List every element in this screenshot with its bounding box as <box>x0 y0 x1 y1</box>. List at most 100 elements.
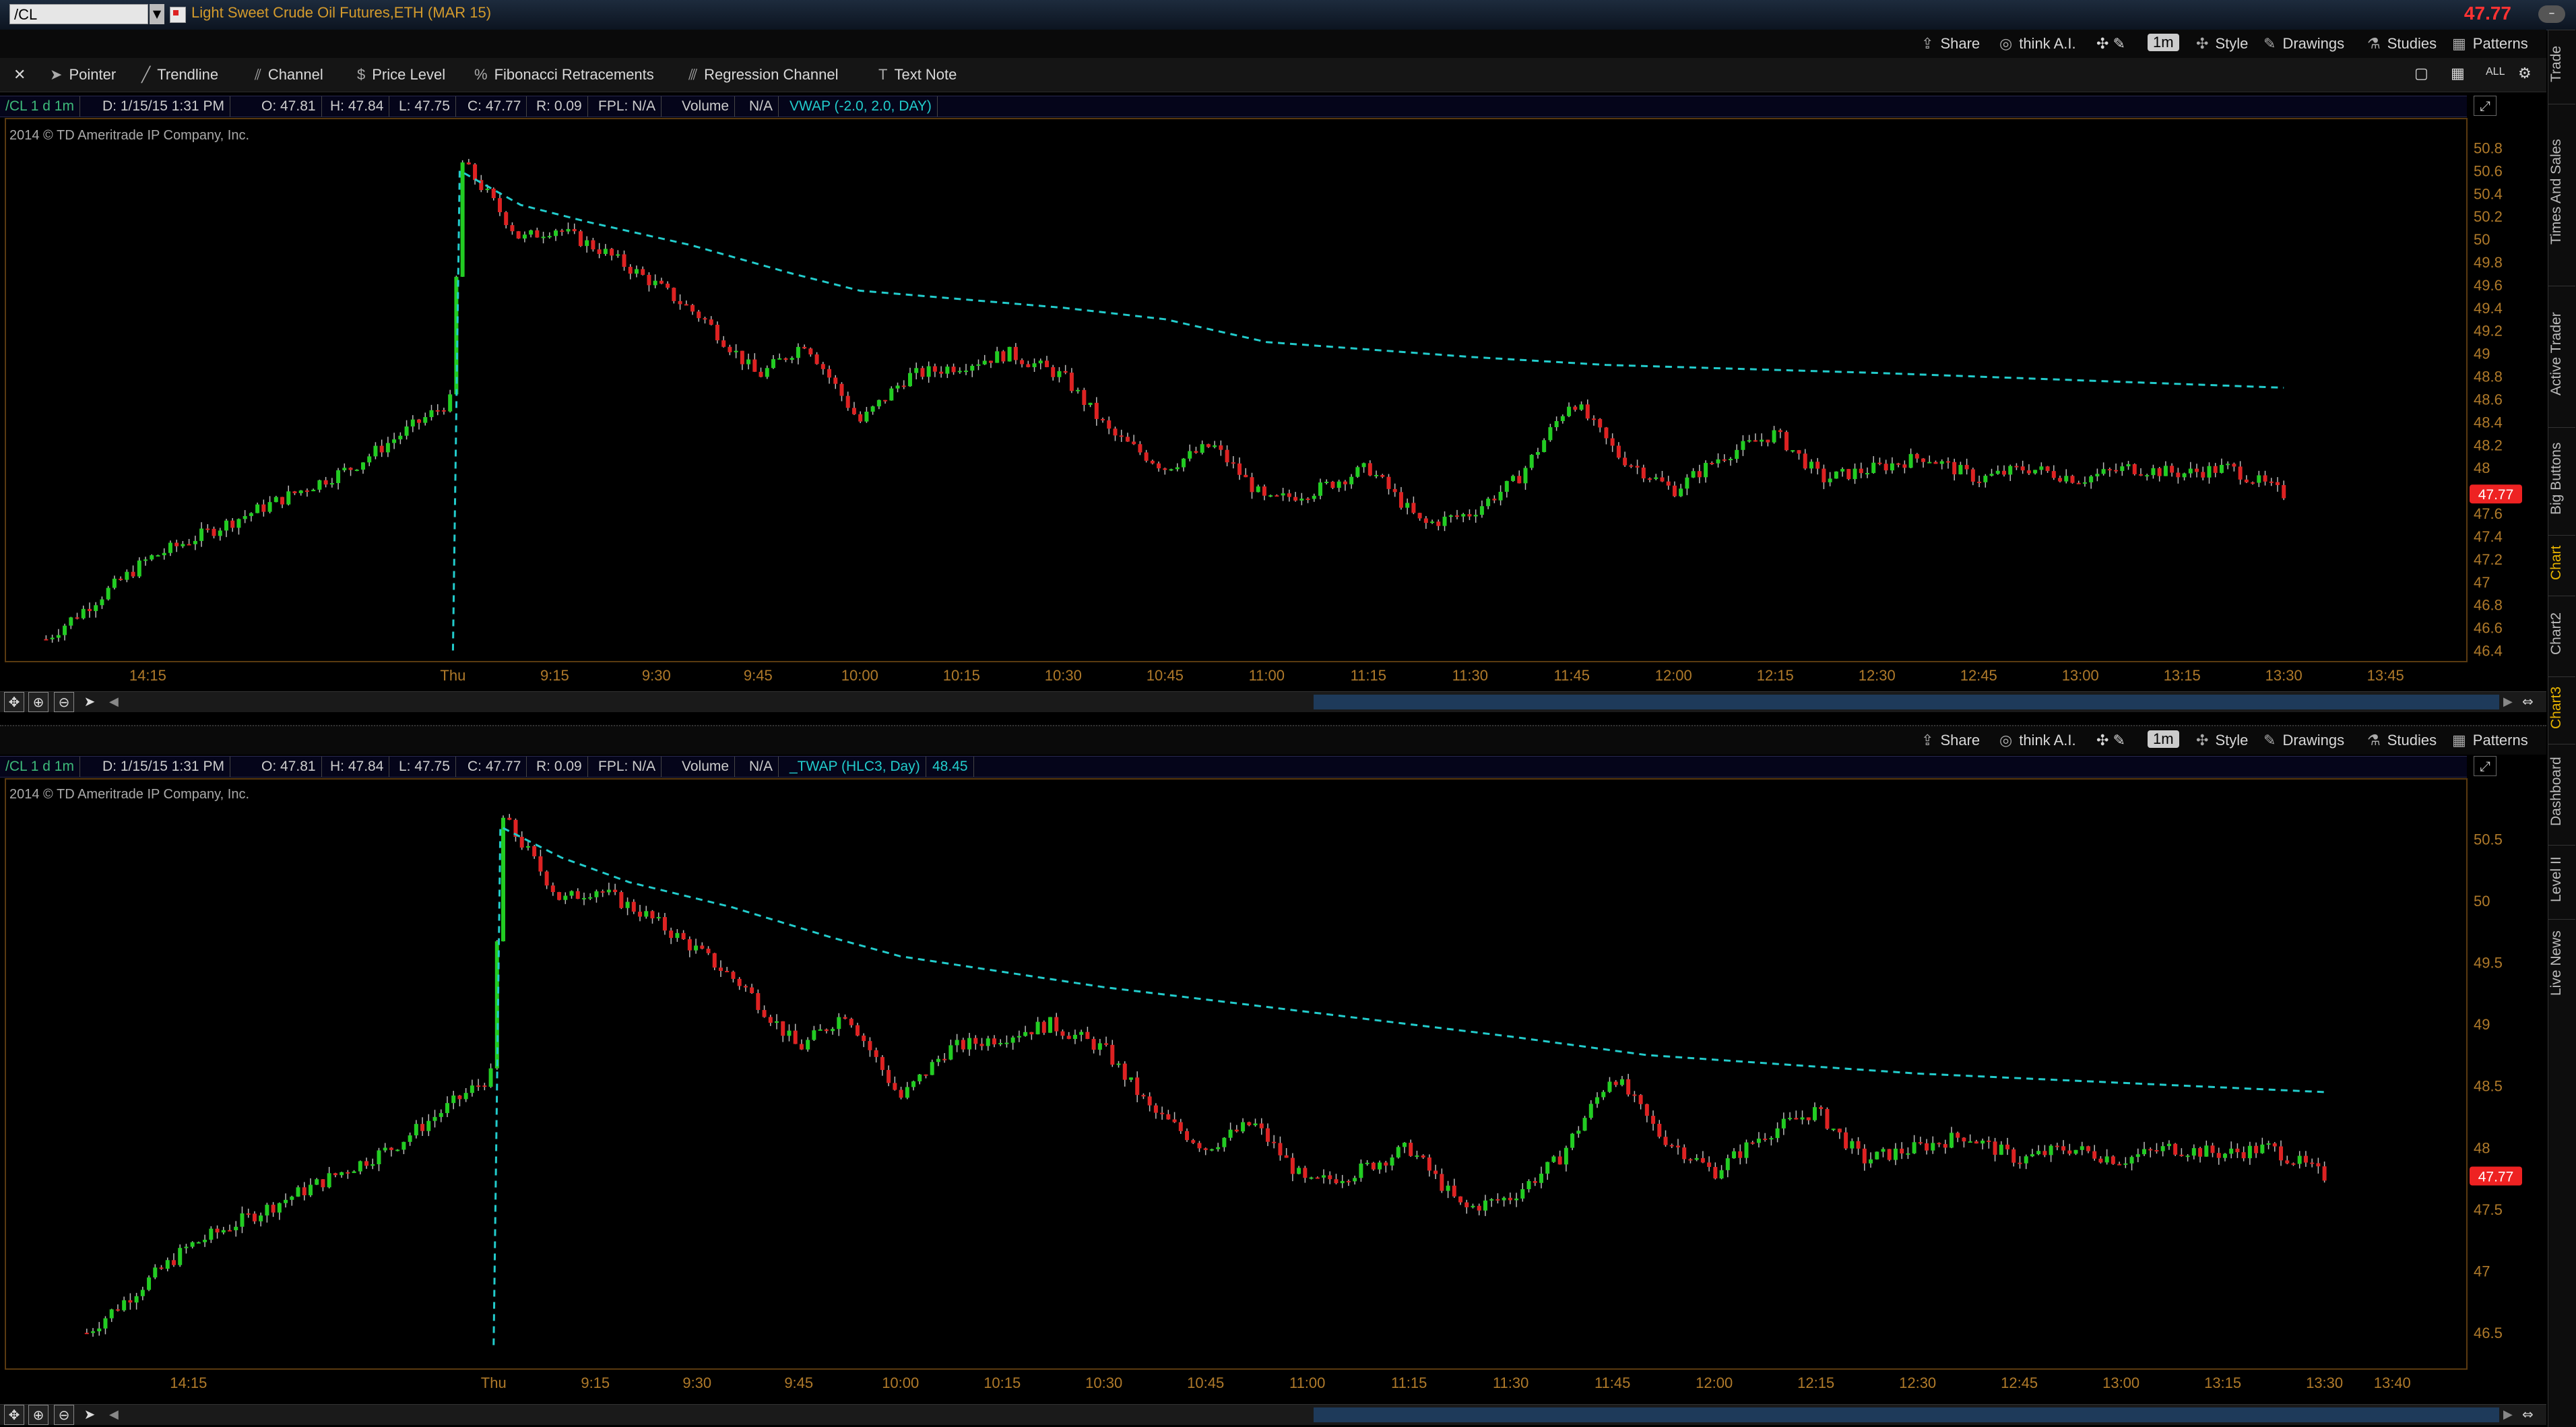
studies-button[interactable]: ⚗ Studies <box>2367 732 2437 749</box>
tab-big-buttons[interactable]: Big Buttons <box>2548 427 2575 529</box>
candle-up <box>329 483 334 485</box>
candle-up <box>1035 1021 1040 1035</box>
candle-up <box>945 367 950 374</box>
candle-down <box>899 1089 903 1098</box>
tool-price-level[interactable]: $ Price Level <box>357 66 445 84</box>
candle-down <box>1237 463 1242 475</box>
zoom-out-icon[interactable]: ⊖ <box>54 692 74 712</box>
pin-icon[interactable]: ✕ <box>13 66 26 84</box>
candle-down <box>1651 1116 1656 1124</box>
settings-icon[interactable]: ✣ ✎ <box>2096 35 2125 53</box>
tool-regression-channel[interactable]: ⫻ Regression Channel <box>688 66 838 84</box>
zoom-box-icon[interactable]: ⊕ <box>28 1405 49 1425</box>
status-study-twap[interactable]: _TWAP (HLC3, Day) <box>784 757 926 777</box>
zoom-in-icon[interactable]: ✥ <box>4 692 24 712</box>
all-layouts-icon[interactable]: ALL <box>2486 66 2505 78</box>
share-button[interactable]: ⇪ Share <box>1921 732 1980 749</box>
aggregation-button[interactable]: 1m <box>2148 730 2179 748</box>
tab-chart[interactable]: Chart <box>2548 535 2575 590</box>
settings-icon[interactable]: ✣ ✎ <box>2096 732 2125 749</box>
chart2-scrollbar[interactable]: ✥ ⊕ ⊖ ➤ ◀ ▶ ⇔ <box>0 1404 2546 1425</box>
tab-live-news[interactable]: Live News <box>2548 919 2575 1007</box>
scroll-left-icon[interactable]: ◀ <box>109 695 119 709</box>
patterns-button[interactable]: ▦ Patterns <box>2452 35 2528 53</box>
chart2-expand-icon[interactable]: ⤢ <box>2474 756 2497 776</box>
expand-range-icon[interactable]: ⇔ <box>2522 693 2534 709</box>
tab-chart2[interactable]: Chart2 <box>2548 596 2575 670</box>
candle-up <box>1442 516 1447 526</box>
zoom-out-icon[interactable]: ⊖ <box>54 1405 74 1425</box>
layout-settings-icon[interactable]: ⚙ <box>2518 65 2532 82</box>
chart1-expand-icon[interactable]: ⤢ <box>2474 96 2497 116</box>
candle-down <box>271 1205 276 1213</box>
scroll-thumb[interactable] <box>1314 1407 2499 1422</box>
candle-up <box>1473 515 1478 517</box>
status-study-vwap[interactable]: VWAP (-2.0, 2.0, DAY) <box>784 96 938 117</box>
tab-trade[interactable]: Trade <box>2548 30 2575 98</box>
y-tick-label: 47 <box>2474 1263 2490 1280</box>
candle-down <box>2058 478 2063 482</box>
layout-grid-icon[interactable]: ▦ <box>2451 65 2465 82</box>
status-volume-value: N/A <box>744 96 779 117</box>
symbol-dropdown-icon[interactable]: ▼ <box>150 4 164 24</box>
tool-channel[interactable]: ⫽ Channel <box>255 66 323 84</box>
candle-down <box>851 408 856 414</box>
tool-trendline[interactable]: ╱ Trendline <box>141 66 218 84</box>
cursor-icon[interactable]: ➤ <box>79 1405 100 1425</box>
candle-up <box>864 412 869 422</box>
zoom-in-icon[interactable]: ✥ <box>4 1405 24 1425</box>
expand-range-icon[interactable]: ⇔ <box>2522 1406 2534 1422</box>
candle-down <box>849 1019 854 1025</box>
chart2-plot[interactable]: 50.5 50 49.5 49 48.5 48 47.5 47 46.5 14:15 Thu 9:15… <box>0 778 2546 1393</box>
status-study-twap-value: 48.45 <box>927 757 974 777</box>
x-tick-label: 14:15 <box>129 667 166 683</box>
instrument-title: Light Sweet Crude Oil Futures,ETH (MAR 1… <box>191 4 492 21</box>
layout-single-icon[interactable]: ▢ <box>2414 65 2428 82</box>
tool-pointer[interactable]: ➤ Pointer <box>50 66 116 84</box>
candle-down <box>1346 1180 1351 1182</box>
candle-up <box>1828 478 1832 482</box>
scroll-thumb[interactable] <box>1314 695 2499 709</box>
candle-down <box>2232 464 2236 467</box>
chart1-panel[interactable]: 2014 © TD Ameritrade IP Company, Inc. 50… <box>0 117 2546 683</box>
tab-times-and-sales[interactable]: Times And Sales <box>2548 104 2575 280</box>
studies-button[interactable]: ⚗ Studies <box>2367 35 2437 53</box>
tab-dashboard[interactable]: Dashboard <box>2548 744 2575 839</box>
style-button[interactable]: ✣ Style <box>2196 732 2248 749</box>
scroll-left-icon[interactable]: ◀ <box>109 1407 119 1422</box>
candle-down <box>1440 1174 1444 1191</box>
symbol-input[interactable]: /CL <box>9 4 148 24</box>
chart1-scrollbar[interactable]: ✥ ⊕ ⊖ ➤ ◀ ▶ ⇔ <box>0 691 2546 712</box>
tool-text-note[interactable]: T Text Note <box>878 66 957 84</box>
tab-chart3[interactable]: Chart3 <box>2548 676 2575 738</box>
chart2-panel[interactable]: 2014 © TD Ameritrade IP Company, Inc. 50… <box>0 778 2546 1393</box>
scroll-right-icon[interactable]: ▶ <box>2503 695 2513 709</box>
candle-up <box>1989 474 1994 476</box>
candle-down <box>893 1083 897 1090</box>
candle-down <box>1660 477 1665 482</box>
tab-active-trader[interactable]: Active Trader <box>2548 286 2575 421</box>
zoom-box-icon[interactable]: ⊕ <box>28 692 49 712</box>
share-button[interactable]: ⇪ Share <box>1921 35 1980 53</box>
drawings-button[interactable]: ✎ Drawings <box>2263 35 2344 53</box>
window-menu-icon[interactable]: – <box>2538 5 2565 23</box>
candle-down <box>1591 418 1596 420</box>
think-ai-button[interactable]: ◎ think A.I. <box>1999 35 2076 53</box>
candle-down <box>845 395 850 408</box>
chart1-plot[interactable]: 50.8 50.6 50.4 50.2 50 49.8 49.6 49.4 49.2 49 48.8… <box>0 117 2546 683</box>
candle-down <box>1191 1140 1196 1143</box>
aggregation-button[interactable]: 1m <box>2148 34 2179 51</box>
cursor-icon[interactable]: ➤ <box>79 692 100 712</box>
candle-down <box>1918 1142 1923 1144</box>
candle-up <box>625 901 630 908</box>
scroll-right-icon[interactable]: ▶ <box>2503 1407 2513 1422</box>
drawings-button[interactable]: ✎ Drawings <box>2263 732 2344 749</box>
tab-level-ii[interactable]: Level II <box>2548 845 2575 913</box>
candle-up <box>140 1290 145 1296</box>
share-icon: ⇪ <box>1921 732 1934 749</box>
think-ai-button[interactable]: ◎ think A.I. <box>1999 732 2076 749</box>
candle-down <box>619 892 624 908</box>
tool-fibonacci[interactable]: % Fibonacci Retracements <box>474 66 654 84</box>
style-button[interactable]: ✣ Style <box>2196 35 2248 53</box>
patterns-button[interactable]: ▦ Patterns <box>2452 732 2528 749</box>
